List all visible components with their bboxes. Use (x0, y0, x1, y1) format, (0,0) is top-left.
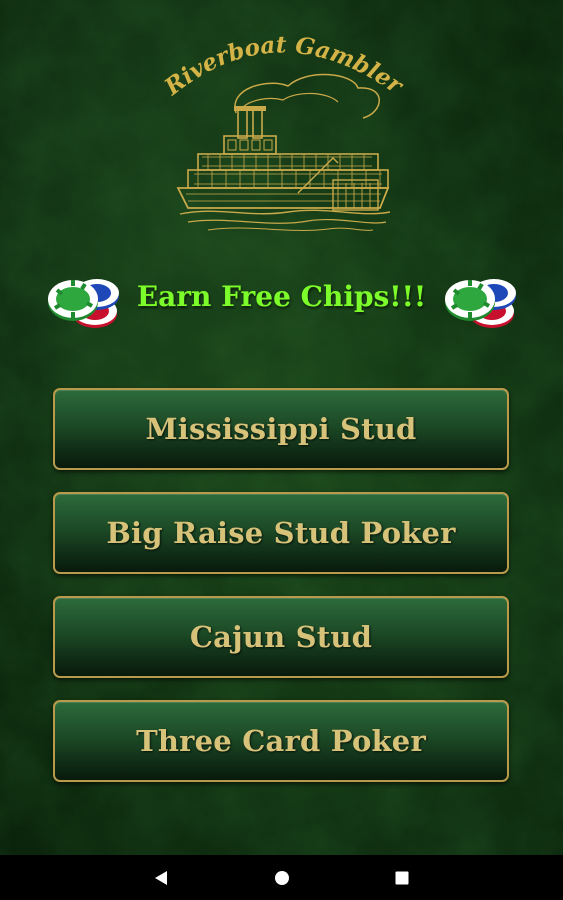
logo-title: Riverboat Gambler (159, 31, 408, 101)
home-circle-icon (275, 871, 289, 885)
recent-apps-square-icon (395, 871, 409, 885)
earn-free-chips-promo[interactable]: Earn Free Chips!!! (45, 270, 518, 334)
menu-button-label: Big Raise Stud Poker (106, 516, 456, 550)
game-screen: Riverboat Gambler Earn Free Chips!!! Mis… (0, 0, 563, 900)
big-raise-stud-poker-button[interactable]: Big Raise Stud Poker (53, 492, 509, 574)
system-navigation-bar (0, 855, 563, 900)
poker-chips-icon (48, 279, 119, 328)
menu-button-label: Cajun Stud (189, 620, 373, 654)
game-menu: Mississippi Stud Big Raise Stud Poker Ca… (53, 388, 509, 782)
back-triangle-icon (155, 871, 167, 885)
back-button[interactable] (148, 865, 174, 891)
mississippi-stud-button[interactable]: Mississippi Stud (53, 388, 509, 470)
home-button[interactable] (269, 865, 295, 891)
three-card-poker-button[interactable]: Three Card Poker (53, 700, 509, 782)
menu-button-label: Mississippi Stud (145, 412, 417, 446)
cajun-stud-button[interactable]: Cajun Stud (53, 596, 509, 678)
poker-chips-icon (445, 279, 516, 328)
menu-button-label: Three Card Poker (136, 724, 426, 758)
riverboat-gambler-logo: Riverboat Gambler (159, 31, 408, 231)
earn-free-chips-text[interactable]: Earn Free Chips!!! (127, 280, 436, 313)
recent-apps-button[interactable] (389, 865, 415, 891)
